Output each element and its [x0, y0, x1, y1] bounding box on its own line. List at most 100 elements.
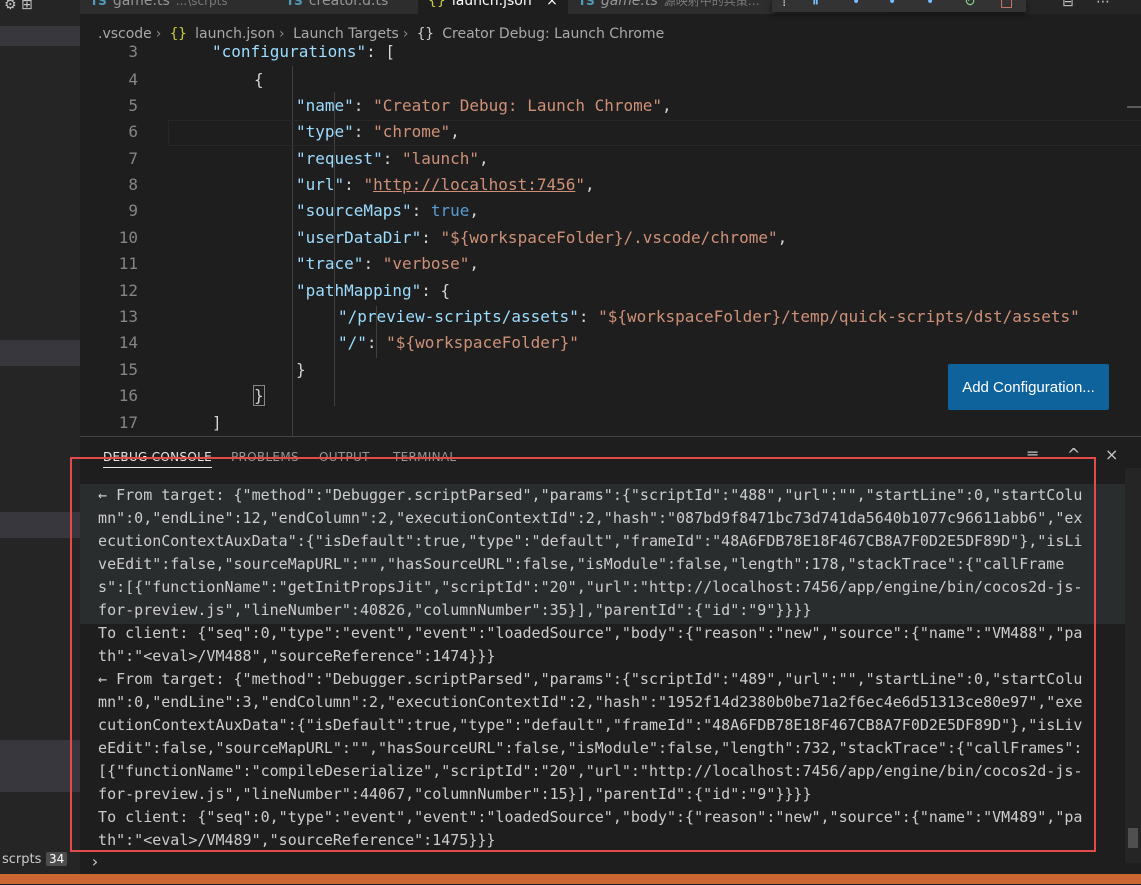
json-quote: ": [363, 175, 374, 194]
pause-icon[interactable]: ⏸: [812, 0, 819, 10]
json-key: "userDataDir": [296, 228, 422, 247]
line-number: 13: [118, 307, 138, 326]
json-value: "${workspaceFolder}/.vscode/chrome": [440, 228, 778, 247]
stop-icon[interactable]: □: [1000, 0, 1013, 10]
json-key: "request": [296, 149, 383, 168]
add-configuration-button[interactable]: Add Configuration...: [948, 364, 1109, 410]
json-key: "name": [296, 96, 354, 115]
console-line: th":"<eval>/VM489","sourceReference":147…: [80, 831, 496, 849]
console-line: ecutionContextAuxData":{"isDefault":true…: [80, 532, 1083, 550]
console-line: mn":0,"endLine":12,"endColumn":2,"execut…: [80, 509, 1083, 527]
console-line: eEdit":false,"sourceMapURL":"","hasSourc…: [80, 739, 1083, 757]
debug-toolbar: ⁞ ⏸ • • • ↻ □: [772, 0, 1026, 12]
json-punct: ]: [212, 413, 222, 432]
console-line: s":[{"functionName":"getInitPropsJit","s…: [80, 578, 1083, 596]
tab-description: ...\scrpts: [175, 0, 228, 8]
console-line: To client: {"seq":0,"type":"event","even…: [80, 808, 1083, 826]
console-line: veEdit":false,"sourceMapURL":"","hasSour…: [80, 555, 1065, 573]
scrollbar-marker: [1127, 106, 1141, 108]
debug-console-output[interactable]: ← From target: {"method":"Debugger.scrip…: [80, 484, 1125, 854]
close-icon[interactable]: ×: [1105, 445, 1118, 464]
line-number: 6: [128, 122, 138, 141]
json-value: "launch": [401, 149, 480, 168]
json-key: "/": [338, 333, 367, 352]
json-icon: {}: [428, 0, 446, 9]
json-value: true: [430, 201, 470, 220]
step-into-icon[interactable]: •: [888, 0, 896, 10]
line-number: 17: [118, 413, 138, 432]
drag-handle-icon[interactable]: ⁞: [782, 0, 786, 10]
step-over-icon[interactable]: •: [852, 0, 860, 10]
split-icon[interactable]: ⊞: [21, 0, 33, 13]
sidebar-folder-badge: 34: [46, 852, 68, 866]
json-value: "${workspaceFolder}/temp/quick-scripts/d…: [598, 307, 1080, 326]
json-value: "${workspaceFolder}": [386, 333, 579, 352]
tab-label: game.ts: [600, 0, 658, 9]
tab-terminal[interactable]: TERMINAL: [393, 450, 456, 464]
sidebar-top-icons[interactable]: ⚙ ⊞: [4, 0, 33, 12]
console-line: cutionContextAuxData":{"isDefault":true,…: [80, 716, 1083, 734]
explorer-sidebar: ⚙ ⊞ scrpts 34: [0, 0, 80, 884]
sidebar-highlight-row[interactable]: [0, 26, 80, 46]
split-editor-icon[interactable]: ⊟: [1062, 0, 1074, 10]
tab-game-ts[interactable]: TS game.ts ...\scrpts: [80, 0, 280, 14]
json-key: "type": [296, 122, 354, 141]
json-quote: ": [575, 175, 586, 194]
json-punct: }: [253, 385, 265, 406]
chevron-up-icon[interactable]: ^: [1067, 445, 1080, 464]
line-number: 4: [128, 70, 138, 89]
console-line: ← From target: {"method":"Debugger.scrip…: [80, 486, 1083, 504]
typescript-icon: TS: [578, 0, 595, 8]
line-number: 9: [128, 201, 138, 220]
sidebar-folder-label[interactable]: scrpts: [2, 852, 41, 867]
gear-icon[interactable]: ⚙: [4, 0, 17, 13]
json-value: "Creator Debug: Launch Chrome": [373, 96, 663, 115]
json-punct: {: [254, 70, 264, 89]
status-bar: [0, 874, 1141, 884]
tab-launch-json[interactable]: {} launch.json ×: [418, 0, 578, 14]
json-punct: }: [296, 360, 306, 379]
json-punct: : [: [366, 42, 396, 61]
sidebar-highlight-row[interactable]: [0, 740, 80, 792]
json-key: "url": [296, 175, 345, 194]
url-link[interactable]: http://localhost:7456: [373, 175, 575, 194]
tab-label: creator.d.ts: [308, 0, 389, 9]
typescript-icon: TS: [286, 0, 303, 8]
console-scrollbar[interactable]: [1125, 468, 1141, 863]
line-number: 12: [118, 281, 138, 300]
editor-scrollbar[interactable]: [1127, 40, 1141, 436]
json-key: "sourceMaps": [296, 201, 412, 220]
json-key: "configurations": [212, 42, 367, 61]
json-key: "trace": [296, 254, 364, 273]
tab-description: 源映射中的兵策…: [663, 0, 760, 8]
console-prompt[interactable]: ›: [90, 852, 100, 871]
panel-tabs: DEBUG CONSOLE PROBLEMS OUTPUT TERMINAL: [80, 437, 1141, 469]
layout-controls: ⊟ ⋯: [1062, 0, 1110, 10]
console-line: [{"functionName":"compileDeserialize","s…: [80, 762, 1083, 780]
line-number: 8: [128, 175, 138, 194]
console-line: To client: {"seq":0,"type":"event","even…: [80, 624, 1083, 642]
console-line: ← From target: {"method":"Debugger.scrip…: [80, 670, 1083, 688]
tab-problems[interactable]: PROBLEMS: [231, 450, 299, 464]
step-out-icon[interactable]: •: [926, 0, 934, 10]
line-number: 16: [118, 386, 138, 405]
tab-output[interactable]: OUTPUT: [319, 450, 370, 464]
restart-icon[interactable]: ↻: [964, 0, 976, 10]
scrollbar-thumb[interactable]: [1128, 828, 1138, 848]
json-value: "verbose": [382, 254, 470, 273]
console-line: th":"<eval>/VM488","sourceReference":147…: [80, 647, 496, 665]
line-number: 15: [118, 360, 138, 379]
sidebar-highlight-row[interactable]: [0, 512, 80, 538]
typescript-icon: TS: [90, 0, 107, 8]
console-line: for-preview.js","lineNumber":44067,"colu…: [80, 785, 812, 803]
tab-debug-console[interactable]: DEBUG CONSOLE: [103, 450, 212, 468]
menu-icon[interactable]: ≡: [1026, 445, 1039, 464]
close-icon[interactable]: ×: [546, 0, 558, 9]
line-number: 14: [118, 333, 138, 352]
tab-label: launch.json: [451, 0, 532, 9]
json-key: "pathMapping": [296, 281, 422, 300]
line-number: 7: [128, 149, 138, 168]
sidebar-highlight-row[interactable]: [0, 340, 80, 366]
line-number: 5: [128, 96, 138, 115]
more-actions-icon[interactable]: ⋯: [1096, 0, 1110, 10]
